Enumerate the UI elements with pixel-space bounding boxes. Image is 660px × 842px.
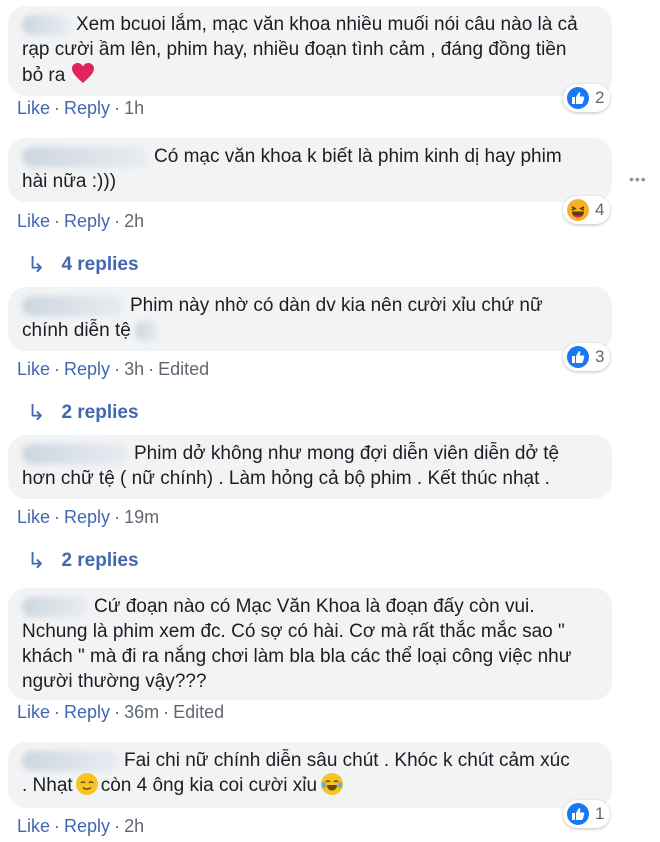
reply-link[interactable]: Reply (64, 702, 110, 722)
heart-icon (71, 62, 95, 91)
timestamp[interactable]: 19m (124, 507, 159, 527)
haha-icon (567, 199, 589, 221)
comment-line: chính diễn tệ (22, 320, 131, 341)
comment-line: hơn chữ tệ ( nữ chính) . Làm hỏng cả bộ … (22, 468, 550, 489)
comment-line: Phim này nhờ có dàn dv kia nên cười xỉu … (130, 295, 543, 316)
like-link[interactable]: Like (17, 507, 50, 527)
comment-actions: Like · Reply · 36m · Edited (17, 702, 225, 722)
like-icon (567, 87, 589, 109)
comment-bubble: Fai chi nữ chính diễn sâu chút . Khóc k … (8, 742, 612, 808)
comment-line: Fai chi nữ chính diễn sâu chút . Khóc k … (124, 750, 570, 771)
reaction-summary[interactable]: 4 (563, 196, 611, 224)
reply-link[interactable]: Reply (64, 359, 110, 379)
reaction-count: 2 (595, 88, 605, 107)
reply-arrow-icon: ↳ (27, 548, 46, 573)
comment-line: bỏ ra (22, 65, 66, 86)
like-link[interactable]: Like (17, 98, 50, 118)
blurred-author-name[interactable] (22, 750, 118, 771)
reply-link[interactable]: Reply (64, 98, 110, 118)
timestamp[interactable]: 2h (124, 211, 144, 231)
replies-count: 2 replies (61, 402, 139, 423)
blurred-author-name[interactable] (22, 14, 70, 35)
edited-label[interactable]: Edited (158, 359, 209, 379)
timestamp[interactable]: 2h (124, 816, 144, 836)
reaction-summary[interactable]: 1 (563, 800, 611, 828)
comment-line: Phim dở không như mong đợi diễn viên diễ… (134, 443, 560, 464)
like-link[interactable]: Like (17, 816, 50, 836)
comment-line: khách " mà đi ra nắng chơi làm bla bla c… (22, 646, 572, 667)
like-link[interactable]: Like (17, 211, 50, 231)
comment-actions: Like · Reply · 2h (17, 211, 145, 231)
comment-bubble: Có mạc văn khoa k biết là phim kinh dị h… (8, 138, 612, 202)
reaction-count: 4 (595, 200, 605, 219)
tears-of-joy-icon (321, 773, 344, 795)
comment-line: Nchung là phim xem đc. Có sợ có hài. Cơ … (22, 621, 565, 642)
blurred-author-name[interactable] (22, 443, 128, 464)
like-link[interactable]: Like (17, 359, 50, 379)
comment-line: Cứ đoạn nào có Mạc Văn Khoa là đoạn đấy … (94, 596, 535, 617)
comment-line: người thường vậy??? (22, 671, 207, 692)
comment-line: Xem bcuoi lắm, mạc văn khoa nhiều muối n… (76, 14, 578, 35)
replies-count: 2 replies (61, 550, 139, 571)
blurred-author-name[interactable] (22, 596, 88, 617)
reply-link[interactable]: Reply (64, 211, 110, 231)
timestamp[interactable]: 1h (124, 98, 144, 118)
reply-arrow-icon: ↳ (27, 400, 46, 425)
reaction-summary[interactable]: 3 (563, 343, 611, 371)
more-options-icon[interactable]: ••• (629, 171, 647, 187)
comment-actions: Like · Reply · 1h (17, 98, 145, 118)
comment-line: . Nhạt (22, 775, 73, 796)
view-replies-link[interactable]: ↳ 2 replies (27, 548, 139, 574)
like-icon (567, 346, 589, 368)
reaction-count: 1 (595, 804, 605, 823)
comment-line: hài nữa :))) (22, 171, 117, 192)
like-icon (567, 803, 589, 825)
comment-actions: Like · Reply · 3h · Edited (17, 359, 210, 379)
comment-bubble: Xem bcuoi lắm, mạc văn khoa nhiều muối n… (8, 6, 612, 96)
reply-arrow-icon: ↳ (27, 252, 46, 277)
reply-link[interactable]: Reply (64, 507, 110, 527)
edited-label[interactable]: Edited (173, 702, 224, 722)
timestamp[interactable]: 36m (124, 702, 159, 722)
comment-line: Có mạc văn khoa k biết là phim kinh dị h… (154, 146, 562, 167)
blurred-author-name[interactable] (22, 146, 148, 167)
view-replies-link[interactable]: ↳ 2 replies (27, 400, 139, 426)
comment-bubble: Phim dở không như mong đợi diễn viên diễ… (8, 435, 612, 499)
comment-actions: Like · Reply · 2h (17, 816, 145, 836)
view-replies-link[interactable]: ↳ 4 replies (27, 252, 139, 278)
comment-bubble: Cứ đoạn nào có Mạc Văn Khoa là đoạn đấy … (8, 588, 612, 700)
comment-actions: Like · Reply · 19m (17, 507, 160, 527)
reaction-summary[interactable]: 2 (563, 84, 611, 112)
reply-link[interactable]: Reply (64, 816, 110, 836)
blurred-author-name[interactable] (22, 295, 124, 316)
comment-line: rạp cười ầm lên, phim hay, nhiều đoạn tì… (22, 39, 567, 60)
relieved-face-icon (75, 773, 98, 795)
reaction-count: 3 (595, 347, 605, 366)
blurred-tag (134, 320, 159, 341)
timestamp[interactable]: 3h (124, 359, 144, 379)
replies-count: 4 replies (61, 254, 139, 275)
like-link[interactable]: Like (17, 702, 50, 722)
comment-bubble: Phim này nhờ có dàn dv kia nên cười xỉu … (8, 287, 612, 351)
comment-line: còn 4 ông kia coi cười xỉu (100, 775, 318, 796)
